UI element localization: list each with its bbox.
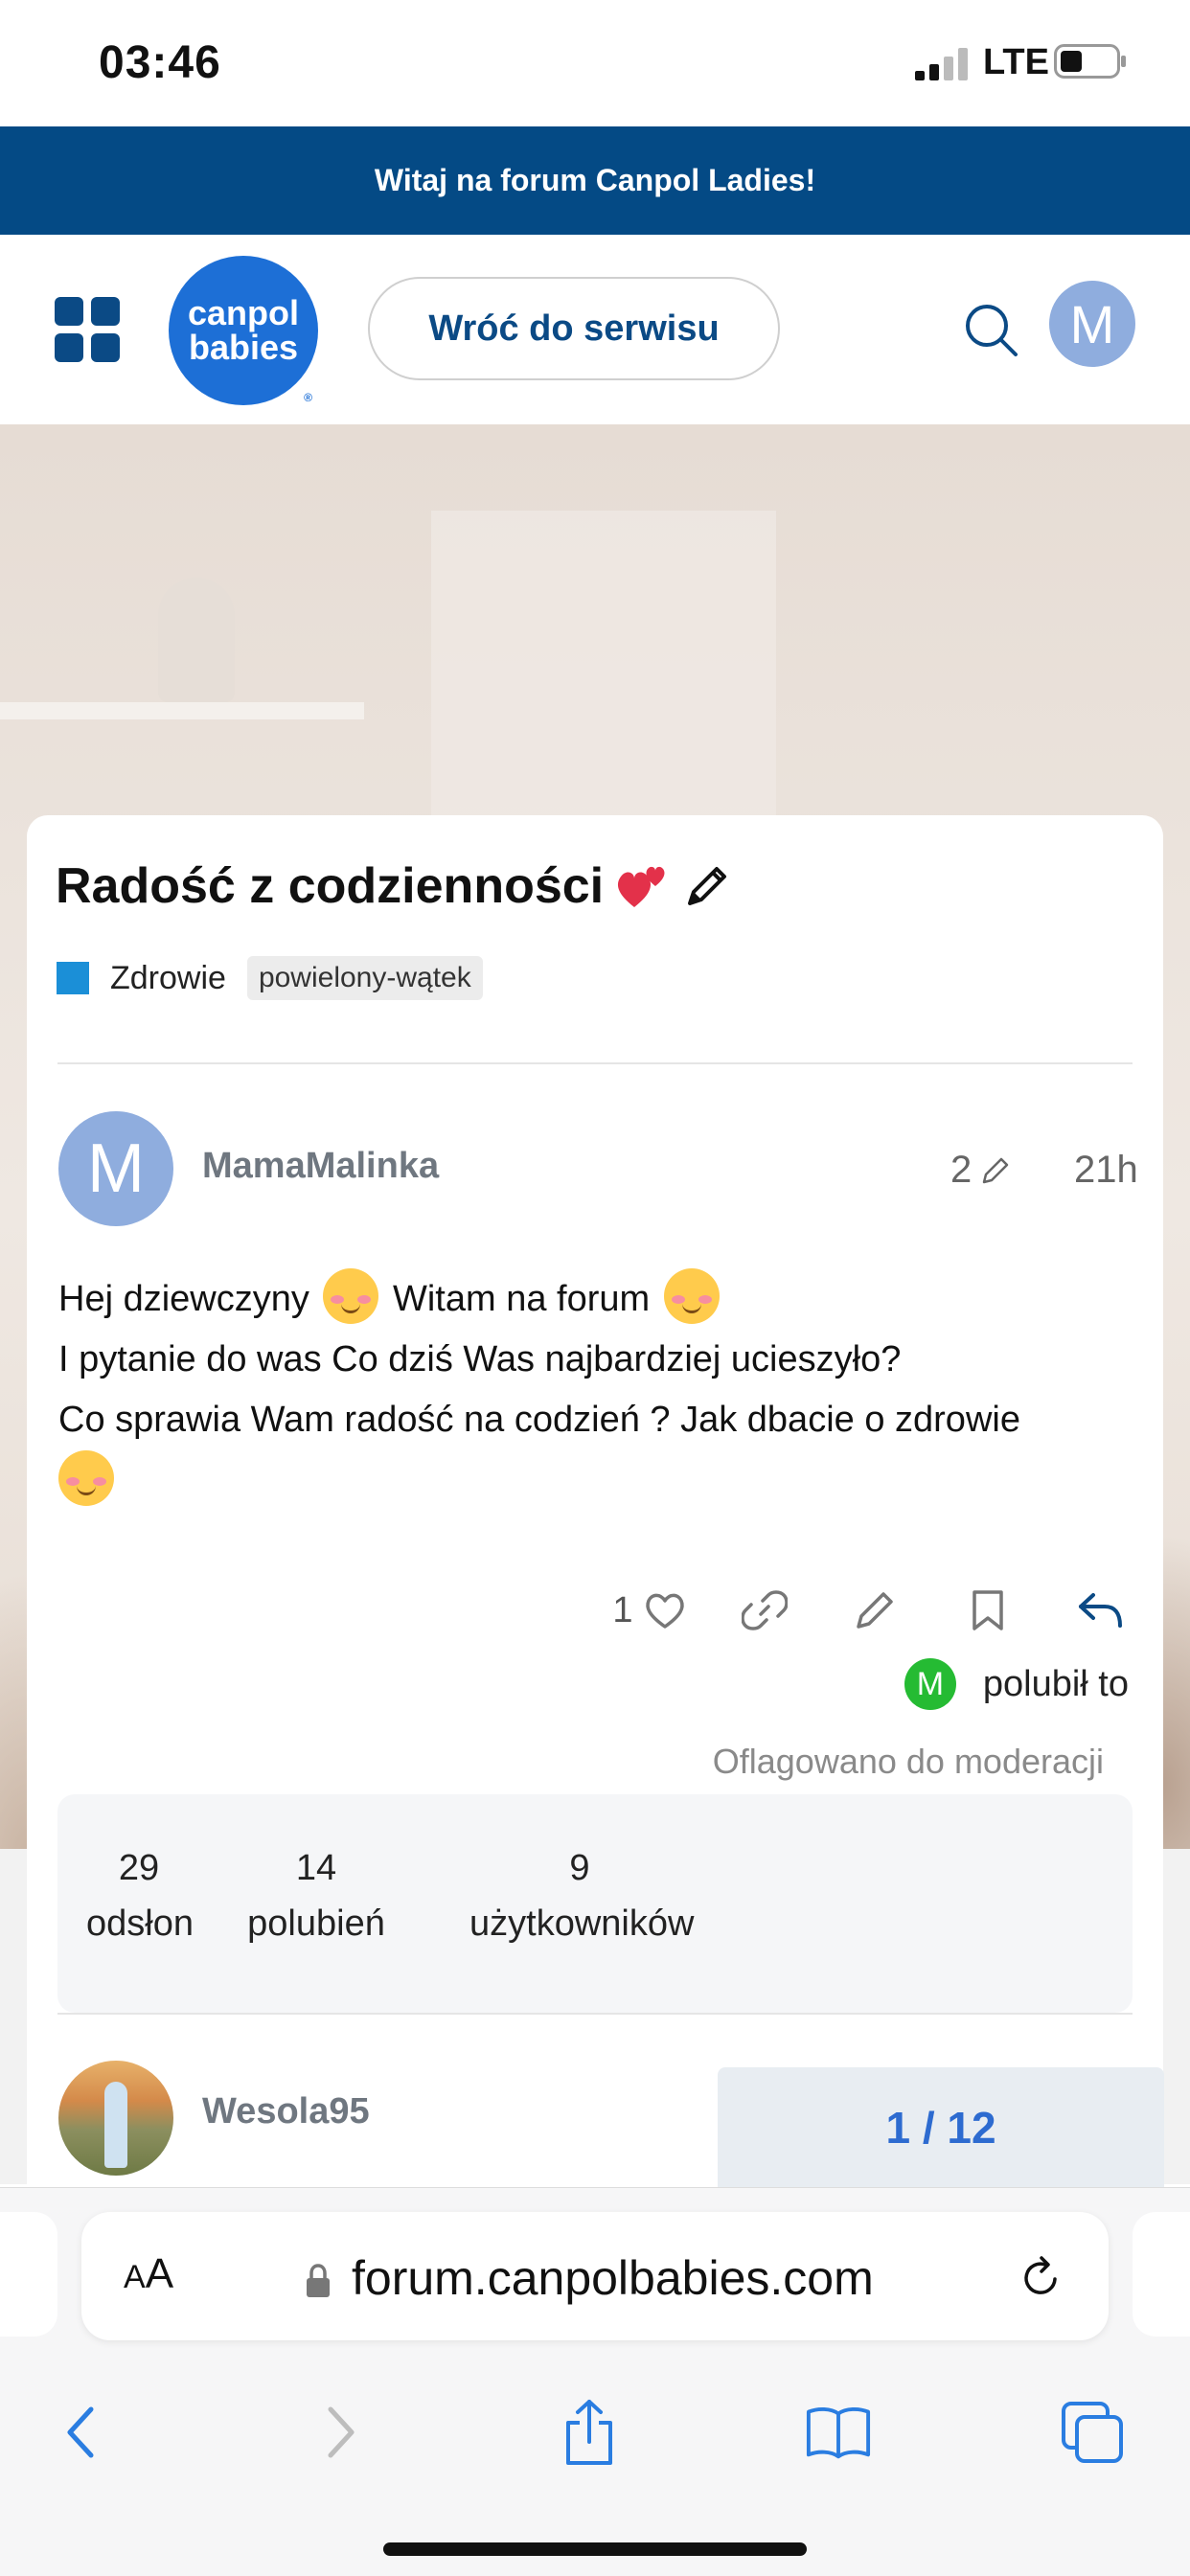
share-button[interactable] (556, 2399, 623, 2466)
logo-text-line1: canpol (187, 293, 299, 332)
canpol-logo[interactable]: canpol babies ® (169, 256, 318, 405)
search-icon[interactable] (962, 301, 1019, 358)
site-header: canpol babies ® Wróć do serwisu M (0, 235, 1190, 425)
category-color-square (57, 962, 89, 994)
text-size-button[interactable]: AA (124, 2250, 173, 2298)
edit-pencil-icon (983, 1157, 1009, 1183)
status-bar: 03:46 LTE (0, 0, 1190, 126)
edit-post-button[interactable] (827, 1572, 923, 1649)
post-text-greeting: Hej dziewczyny (58, 1279, 309, 1319)
blush-emoji-icon (58, 1450, 114, 1506)
chevron-left-icon (67, 2406, 94, 2458)
reply-button[interactable] (1052, 1572, 1148, 1649)
chevron-right-icon (328, 2406, 355, 2458)
post-text-welcome: Witam na forum (393, 1279, 651, 1319)
heart-icon (645, 1593, 684, 1629)
stat-label: użytkowników (469, 1904, 695, 1944)
tabs-icon (1062, 2402, 1123, 2463)
reply-icon (1079, 1593, 1122, 1628)
post-line-2: I pytanie do was Co dziś Was najbardziej… (58, 1339, 902, 1379)
post-line-3: Co sprawia Wam radość na codzień ? Jak d… (58, 1400, 1020, 1440)
blush-emoji-icon (663, 1268, 720, 1324)
liked-by-row: M polubił to (904, 1658, 1129, 1710)
next-tab-peek[interactable] (1133, 2212, 1190, 2337)
liker-avatar[interactable]: M (904, 1658, 956, 1710)
post-actions: 1 (27, 1572, 1163, 1649)
pencil-edit-icon (857, 1592, 893, 1629)
aa-small: A (124, 2259, 146, 2295)
post-time[interactable]: 21h (1074, 1149, 1138, 1192)
topic-card: Radość z codzienności Zdrowie powielony-… (27, 815, 1163, 2185)
home-indicator (383, 2542, 807, 2556)
stat-label: polubień (247, 1904, 385, 1944)
like-button[interactable]: 1 (583, 1572, 717, 1649)
post-line-1: Hej dziewczyny Witam na forum (58, 1268, 1141, 1330)
previous-tab-peek[interactable] (0, 2212, 57, 2337)
category-link[interactable]: Zdrowie (110, 960, 226, 997)
stat-number: 29 (118, 1848, 160, 1888)
browser-toolbar: AA forum.canpolbabies.com (0, 2187, 1190, 2576)
link-icon (742, 1590, 788, 1630)
stat-number: 9 (569, 1848, 590, 1888)
pencil-icon (688, 867, 727, 905)
back-button[interactable] (48, 2399, 115, 2466)
bookmark-button[interactable] (940, 1572, 1036, 1649)
address-bar[interactable]: AA forum.canpolbabies.com (81, 2212, 1109, 2340)
hero-shelf (0, 702, 364, 719)
topic-tag[interactable]: powielony-wątek (246, 956, 483, 1000)
aa-big: A (145, 2250, 174, 2297)
like-count: 1 (612, 1589, 633, 1630)
topic-progress[interactable]: 1 / 12 (718, 2067, 1164, 2187)
reload-icon[interactable] (1017, 2254, 1064, 2302)
share-icon (566, 2400, 612, 2465)
book-icon (806, 2406, 871, 2459)
stat-views: 29 odsłon (86, 1840, 194, 1951)
next-post-author-name[interactable]: Wesola95 (202, 2091, 370, 2132)
topic-title-text: Radość z codzienności (56, 858, 605, 914)
back-to-site-button[interactable]: Wróć do serwisu (368, 277, 780, 380)
stat-number: 14 (295, 1848, 337, 1888)
url-text[interactable]: forum.canpolbabies.com (352, 2250, 874, 2306)
flagged-notice: Oflagowano do moderacji (712, 1742, 1104, 1781)
bookmark-icon (973, 1590, 1003, 1630)
forward-button[interactable] (307, 2399, 374, 2466)
battery-icon (1054, 44, 1126, 79)
stat-likes: 14 polubień (240, 1840, 393, 1951)
topic-title: Radość z codzienności (56, 857, 732, 915)
edit-count: 2 (950, 1149, 973, 1191)
user-avatar[interactable]: M (1049, 281, 1135, 367)
divider (57, 1062, 1133, 1064)
signal-icon (915, 48, 968, 80)
liked-text: polubił to (982, 1663, 1129, 1704)
next-post-avatar[interactable] (58, 2061, 173, 2176)
post-edit-history[interactable]: 2 (950, 1149, 1012, 1192)
welcome-banner: Witaj na forum Canpol Ladies! (0, 126, 1190, 235)
hero-vase (158, 578, 235, 702)
two-hearts-icon (618, 866, 665, 907)
post-body: Hej dziewczyny Witam na forum I pytanie … (58, 1268, 1141, 1512)
share-link-button[interactable] (717, 1572, 812, 1649)
network-type: LTE (983, 42, 1049, 82)
browser-nav-bar (0, 2370, 1190, 2495)
post-line-4 (58, 1450, 1141, 1512)
stat-label: odsłon (86, 1904, 194, 1944)
post-author-avatar[interactable]: M (58, 1111, 173, 1226)
tabs-button[interactable] (1059, 2399, 1126, 2466)
bookmarks-button[interactable] (805, 2399, 872, 2466)
topic-stats: 29 odsłon 14 polubień 9 użytkowników (57, 1794, 1133, 2013)
stat-users: 9 użytkowników (469, 1840, 695, 1951)
status-time: 03:46 (99, 37, 221, 88)
avatar-figure (104, 2082, 127, 2168)
logo-registered: ® (304, 391, 312, 404)
lock-icon (307, 2264, 330, 2297)
divider (57, 2013, 1133, 2015)
blush-emoji-icon (323, 1268, 379, 1324)
apps-grid-icon[interactable] (55, 297, 120, 362)
post-author-name[interactable]: MamaMalinka (202, 1146, 439, 1187)
topic-category-row: Zdrowie powielony-wątek (57, 956, 483, 1000)
logo-text-line2: babies (188, 328, 299, 367)
